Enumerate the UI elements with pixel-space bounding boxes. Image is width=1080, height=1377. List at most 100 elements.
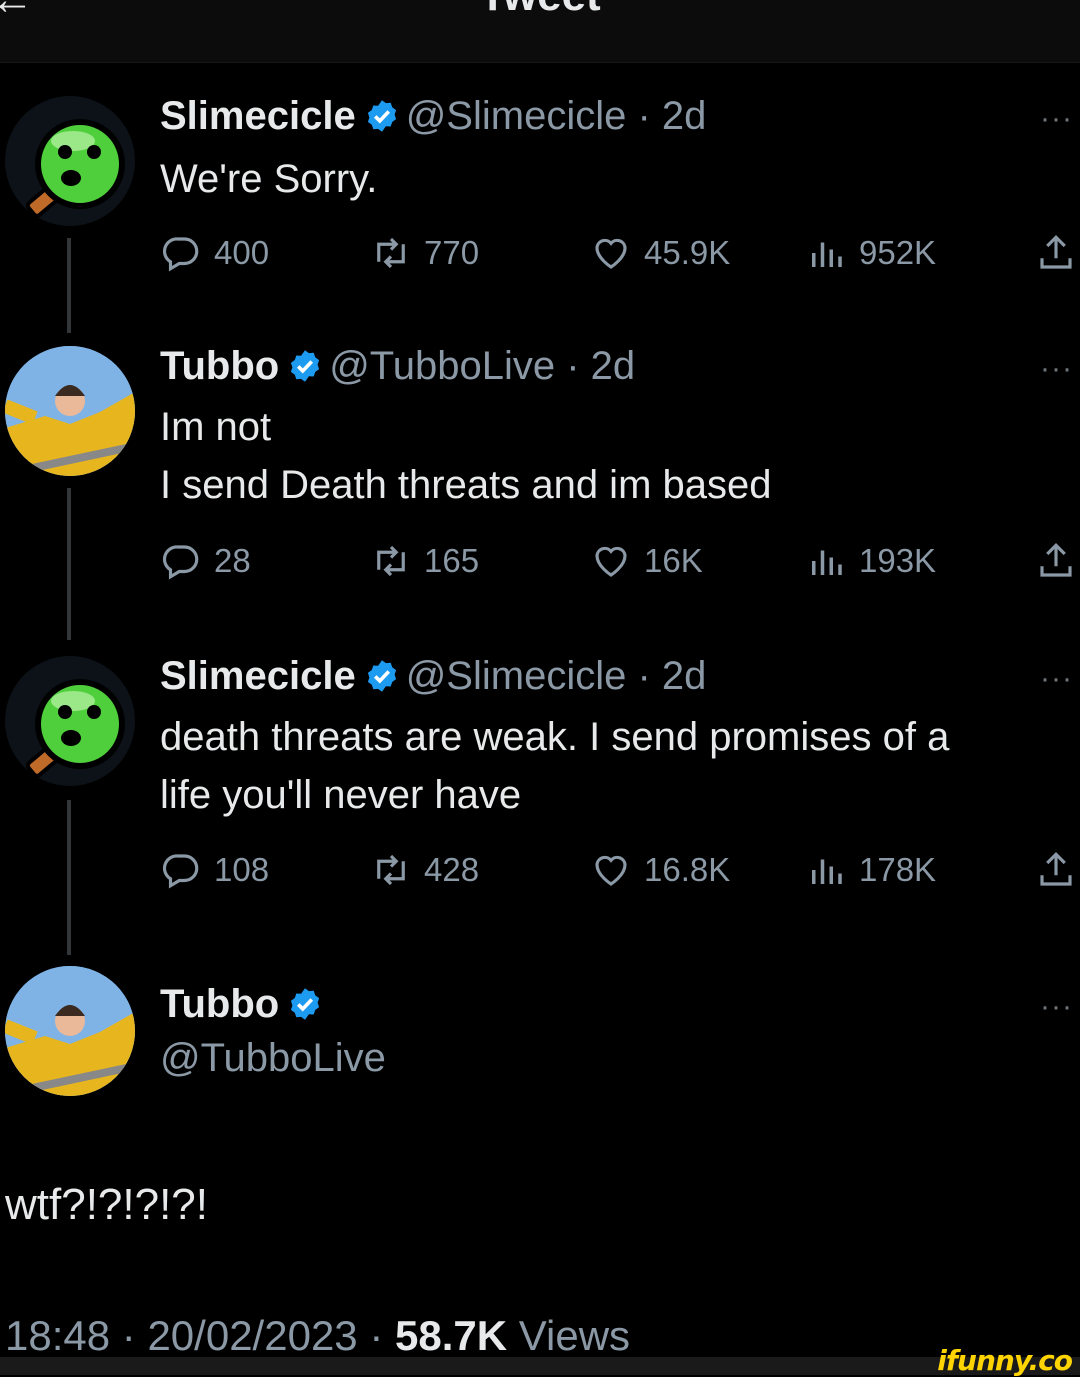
reply-count: 400	[214, 234, 270, 271]
views-button[interactable]: 952K	[805, 232, 936, 274]
more-options-icon[interactable]: ···	[1040, 990, 1073, 1024]
like-count: 45.9K	[644, 234, 731, 271]
like-button[interactable]: 45.9K	[590, 232, 730, 274]
separator-dot: ·	[626, 654, 662, 698]
tweet-actions: 400 770 45.9K 952K	[160, 232, 1080, 272]
retweet-button[interactable]: 428	[370, 849, 479, 891]
retweet-button[interactable]: 770	[370, 232, 479, 274]
tweet-line: I send Death threats and im based	[160, 463, 772, 507]
retweet-count: 770	[424, 234, 480, 271]
top-bar: ← Tweet	[0, 0, 1080, 63]
user-handle[interactable]: @Slimecicle	[406, 94, 627, 138]
more-options-icon[interactable]: ···	[1040, 662, 1073, 696]
views-count: 58.7K	[395, 1312, 508, 1359]
tweet-line: Im not	[160, 405, 272, 449]
views-chart-icon	[812, 550, 842, 575]
like-button[interactable]: 16.8K	[590, 849, 730, 891]
retweet-button[interactable]: 165	[370, 540, 479, 582]
ifunny-watermark: ifunny.co	[937, 1344, 1073, 1377]
avatar-slimecicle[interactable]	[5, 656, 135, 786]
retweet-icon	[377, 854, 405, 886]
share-icon	[1040, 852, 1072, 886]
tweet-text: death threats are weak. I send promises …	[160, 708, 949, 824]
page-title: Tweet	[0, 0, 1080, 18]
display-name[interactable]: Slimecicle	[160, 654, 356, 698]
tweet-date: 20/02/2023	[147, 1312, 358, 1359]
reply-button[interactable]: 28	[160, 540, 251, 582]
more-options-icon[interactable]: ···	[1040, 352, 1073, 386]
reply-button[interactable]: 108	[160, 849, 269, 891]
separator-dot: ·	[626, 94, 662, 138]
slime-avatar-image	[25, 119, 125, 218]
views-count: 193K	[859, 542, 937, 579]
tweet-actions: 108 428 16.8K 178K	[160, 849, 1080, 889]
tweet-actions: 28 165 16K 193K	[160, 540, 1080, 580]
retweet-icon	[377, 545, 405, 577]
reply-icon	[162, 545, 199, 580]
timestamp[interactable]: 2d	[662, 654, 707, 698]
separator-dot: ·	[369, 1312, 384, 1359]
tweet-header: Slimecicle @Slimecicle · 2d	[160, 652, 706, 700]
thread-connector	[67, 800, 71, 955]
share-icon	[1040, 235, 1072, 269]
retweet-icon	[377, 237, 405, 269]
tweet-header: Tubbo @TubboLive · 2d	[160, 342, 635, 390]
like-button[interactable]: 16K	[590, 540, 703, 582]
avatar-slimecicle[interactable]	[5, 96, 135, 226]
timestamp[interactable]: 2d	[591, 344, 636, 388]
reply-button[interactable]: 400	[160, 232, 269, 274]
heart-icon	[595, 238, 627, 269]
reply-count: 108	[214, 851, 270, 888]
tubbo-avatar-image	[5, 346, 135, 476]
user-handle[interactable]: @Slimecicle	[406, 654, 627, 698]
views-count: 178K	[859, 851, 937, 888]
timestamp[interactable]: 2d	[662, 94, 707, 138]
thread-connector	[67, 238, 71, 333]
tweet-line: life you'll never have	[160, 773, 522, 817]
bottom-bar	[0, 1357, 1080, 1375]
share-icon	[1040, 543, 1072, 577]
display-name[interactable]: Slimecicle	[160, 94, 356, 138]
like-count: 16.8K	[644, 851, 731, 888]
tweet-line: death threats are weak. I send promises …	[160, 715, 950, 759]
retweet-count: 428	[424, 851, 480, 888]
tweet-text: Im not I send Death threats and im based	[160, 398, 771, 514]
heart-icon	[595, 546, 627, 577]
separator-dot: ·	[121, 1312, 136, 1359]
verified-badge-icon	[291, 350, 320, 382]
views-chart-icon	[812, 242, 842, 267]
reply-icon	[162, 237, 199, 272]
display-name[interactable]: Tubbo	[160, 344, 279, 388]
share-button[interactable]	[1035, 849, 1077, 891]
main-tweet-text: wtf?!?!?!?!	[5, 1180, 209, 1229]
views-count: 952K	[859, 234, 937, 271]
views-button[interactable]: 178K	[805, 849, 936, 891]
views-button[interactable]: 193K	[805, 540, 936, 582]
avatar-tubbo[interactable]	[5, 966, 135, 1096]
tweet-header: Slimecicle @Slimecicle · 2d	[160, 92, 706, 140]
separator-dot: ·	[555, 344, 591, 388]
verified-badge-icon	[367, 660, 396, 692]
avatar-tubbo[interactable]	[5, 346, 135, 476]
user-handle[interactable]: @TubboLive	[160, 1036, 386, 1081]
tweet-time: 18:48	[5, 1312, 111, 1359]
views-label: Views	[518, 1312, 631, 1359]
retweet-count: 165	[424, 542, 480, 579]
verified-badge-icon	[291, 988, 320, 1020]
tweet-metadata: 18:48 · 20/02/2023 · 58.7K Views	[5, 1312, 630, 1360]
thread-connector	[67, 488, 71, 640]
slime-avatar-image	[25, 679, 125, 778]
display-name[interactable]: Tubbo	[160, 982, 279, 1026]
verified-badge-icon	[367, 100, 396, 132]
tweet-text: We're Sorry.	[160, 150, 377, 208]
more-options-icon[interactable]: ···	[1040, 102, 1073, 136]
tubbo-avatar-image	[5, 966, 135, 1096]
main-tweet-header: Tubbo	[160, 980, 329, 1028]
heart-icon	[595, 855, 627, 886]
share-button[interactable]	[1035, 232, 1077, 274]
reply-icon	[162, 854, 199, 889]
like-count: 16K	[644, 542, 703, 579]
share-button[interactable]	[1035, 540, 1077, 582]
views-chart-icon	[812, 859, 842, 884]
user-handle[interactable]: @TubboLive	[329, 344, 555, 388]
